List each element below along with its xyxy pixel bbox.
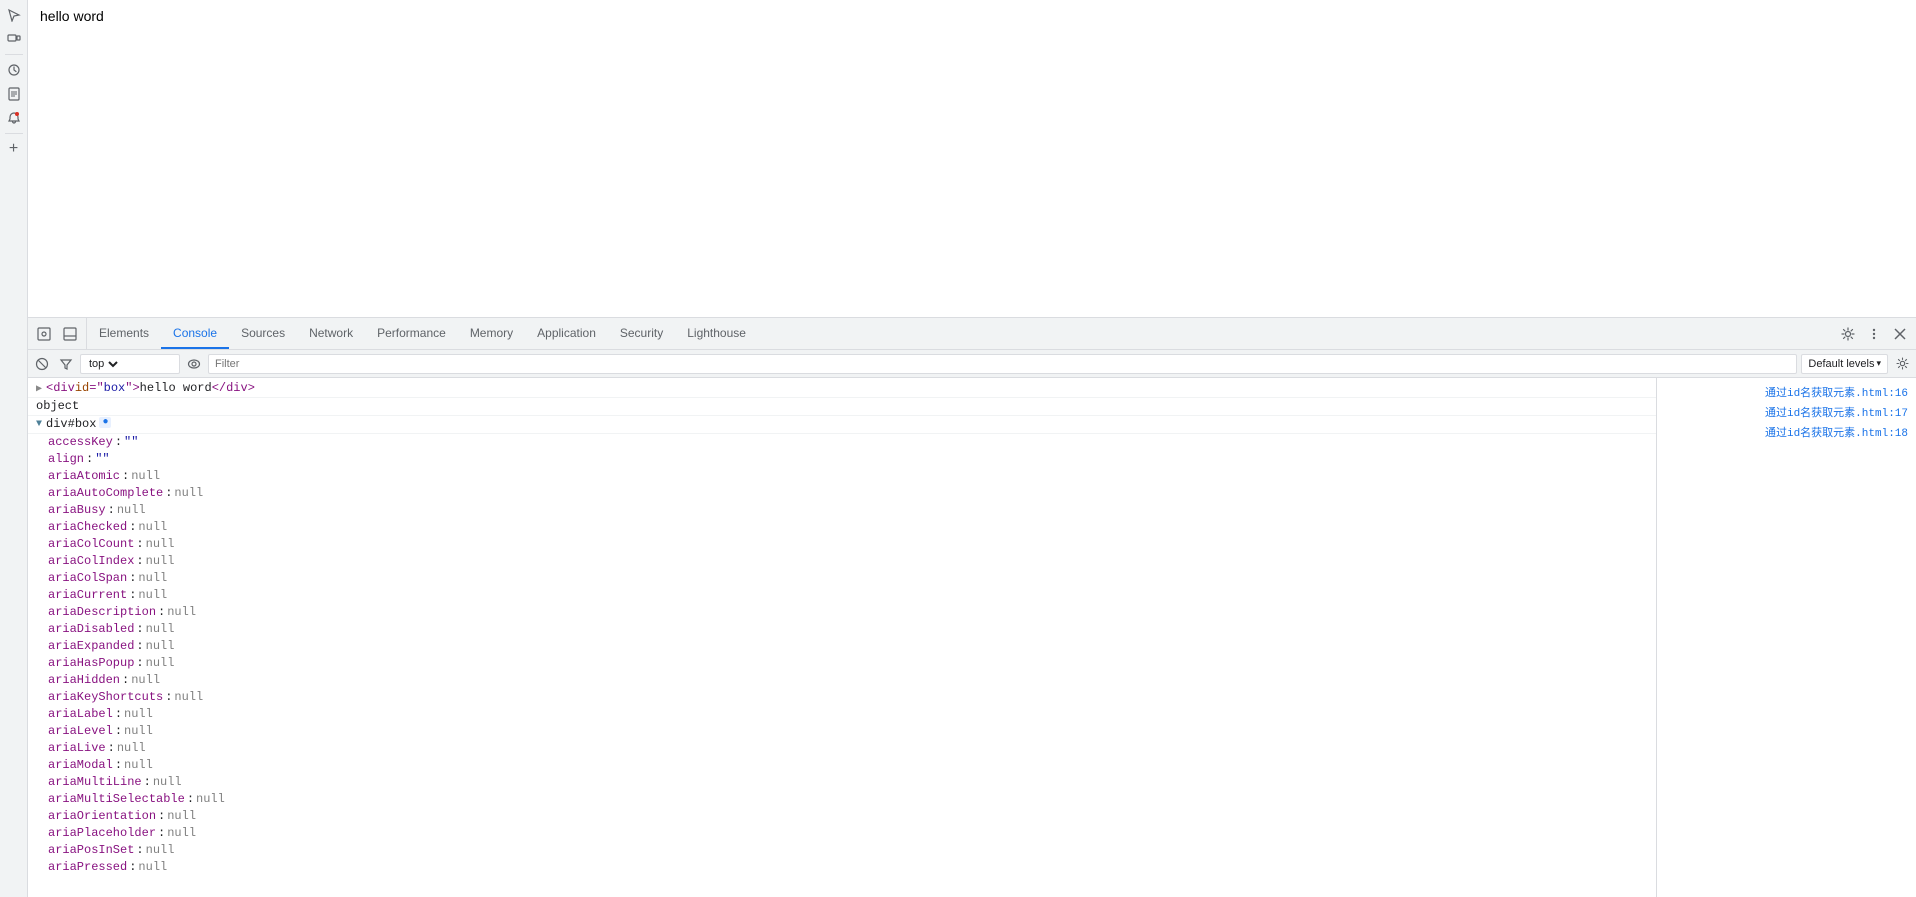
prop-line: ariaMultiLine: null: [28, 774, 1656, 791]
inspect-element-icon[interactable]: [32, 322, 56, 346]
prop-line: ariaLive: null: [28, 740, 1656, 757]
expand-arrow[interactable]: ▶: [36, 383, 42, 395]
expand-arrow-divbox[interactable]: ▼: [36, 419, 42, 430]
prop-line: ariaLevel: null: [28, 723, 1656, 740]
prop-line: ariaAutoComplete: null: [28, 485, 1656, 502]
console-left-panel: ▶ <div id="box">hello word</div> object …: [28, 378, 1656, 897]
context-select[interactable]: top: [85, 357, 121, 371]
filter-input[interactable]: [208, 354, 1797, 374]
tab-security[interactable]: Security: [608, 318, 675, 349]
prop-line: ariaLabel: null: [28, 706, 1656, 723]
tab-network[interactable]: Network: [297, 318, 365, 349]
prop-line: ariaPosInSet: null: [28, 842, 1656, 859]
console-toolbar: top Default levels ▾: [28, 350, 1916, 378]
prop-line: ariaDescription: null: [28, 604, 1656, 621]
main-area: hello word Elements: [28, 0, 1916, 897]
right-link-16[interactable]: 通过id名获取元素.html:16: [1657, 382, 1916, 402]
prop-line: ariaPlaceholder: null: [28, 825, 1656, 842]
history-icon[interactable]: [3, 59, 25, 81]
prop-line: ariaHasPopup: null: [28, 655, 1656, 672]
device-icon[interactable]: [3, 28, 25, 50]
notification-icon[interactable]: [3, 107, 25, 129]
prop-line: accessKey: "": [28, 434, 1656, 451]
devtools-panel: Elements Console Sources Network Perform…: [28, 317, 1916, 897]
log-levels-button[interactable]: Default levels ▾: [1801, 354, 1888, 374]
prop-line: ariaKeyShortcuts: null: [28, 689, 1656, 706]
dock-side-icon[interactable]: [58, 322, 82, 346]
tab-elements[interactable]: Elements: [87, 318, 161, 349]
html-tag-open: <div: [46, 381, 75, 395]
prop-line: ariaModal: null: [28, 757, 1656, 774]
context-selector[interactable]: top: [80, 354, 180, 374]
object-label: object: [36, 399, 79, 413]
prop-line: ariaHidden: null: [28, 672, 1656, 689]
prop-line: ariaPressed: null: [28, 859, 1656, 876]
plus-icon[interactable]: +: [3, 138, 25, 160]
console-line-html-tag[interactable]: ▶ <div id="box">hello word</div>: [28, 380, 1656, 398]
filter-icon[interactable]: [56, 354, 76, 374]
sidebar-divider-1: [5, 54, 23, 55]
tab-lighthouse[interactable]: Lighthouse: [675, 318, 758, 349]
prop-line: ariaMultiSelectable: null: [28, 791, 1656, 808]
console-line-object: object: [28, 398, 1656, 416]
snippets-icon[interactable]: [3, 83, 25, 105]
prop-line: ariaAtomic: null: [28, 468, 1656, 485]
right-link-18[interactable]: 通过id名获取元素.html:18: [1657, 422, 1916, 442]
prop-line: ariaChecked: null: [28, 519, 1656, 536]
prop-line: ariaCurrent: null: [28, 587, 1656, 604]
prop-line: ariaExpanded: null: [28, 638, 1656, 655]
prop-line: ariaColSpan: null: [28, 570, 1656, 587]
right-link-17[interactable]: 通过id名获取元素.html:17: [1657, 402, 1916, 422]
tab-memory[interactable]: Memory: [458, 318, 525, 349]
sidebar: +: [0, 0, 28, 897]
console-settings-icon[interactable]: [1892, 354, 1912, 374]
properties-container: accessKey: ""align: ""ariaAtomic: nullar…: [28, 434, 1656, 876]
tab-performance[interactable]: Performance: [365, 318, 458, 349]
prop-line: ariaDisabled: null: [28, 621, 1656, 638]
clear-console-icon[interactable]: [32, 354, 52, 374]
eye-icon[interactable]: [184, 354, 204, 374]
settings-icon[interactable]: [1836, 322, 1860, 346]
prop-line: ariaOrientation: null: [28, 808, 1656, 825]
tab-application[interactable]: Application: [525, 318, 608, 349]
close-devtools-icon[interactable]: [1888, 322, 1912, 346]
prop-line: ariaColCount: null: [28, 536, 1656, 553]
console-line-divbox[interactable]: ▼ div#box ●: [28, 416, 1656, 434]
prop-line: ariaColIndex: null: [28, 553, 1656, 570]
object-badge[interactable]: ●: [99, 417, 111, 428]
console-right-panel: 通过id名获取元素.html:16 通过id名获取元素.html:17 通过id…: [1656, 378, 1916, 897]
cursor-icon[interactable]: [3, 4, 25, 26]
prop-line: align: "": [28, 451, 1656, 468]
devtools-dock-icons: [28, 318, 87, 349]
tab-console[interactable]: Console: [161, 318, 229, 349]
devtools-toolbar-right: [1832, 318, 1916, 349]
sidebar-divider-2: [5, 133, 23, 134]
console-output: ▶ <div id="box">hello word</div> object …: [28, 378, 1916, 897]
tab-sources[interactable]: Sources: [229, 318, 297, 349]
more-options-icon[interactable]: [1862, 322, 1886, 346]
devtools-toolbar: Elements Console Sources Network Perform…: [28, 318, 1916, 350]
chevron-down-icon: ▾: [1876, 358, 1881, 369]
devtools-tabs: Elements Console Sources Network Perform…: [87, 318, 1832, 349]
page-title: hello word: [40, 8, 1904, 24]
prop-line: ariaBusy: null: [28, 502, 1656, 519]
divbox-label: div#box: [46, 417, 96, 431]
page-content: hello word: [28, 0, 1916, 317]
